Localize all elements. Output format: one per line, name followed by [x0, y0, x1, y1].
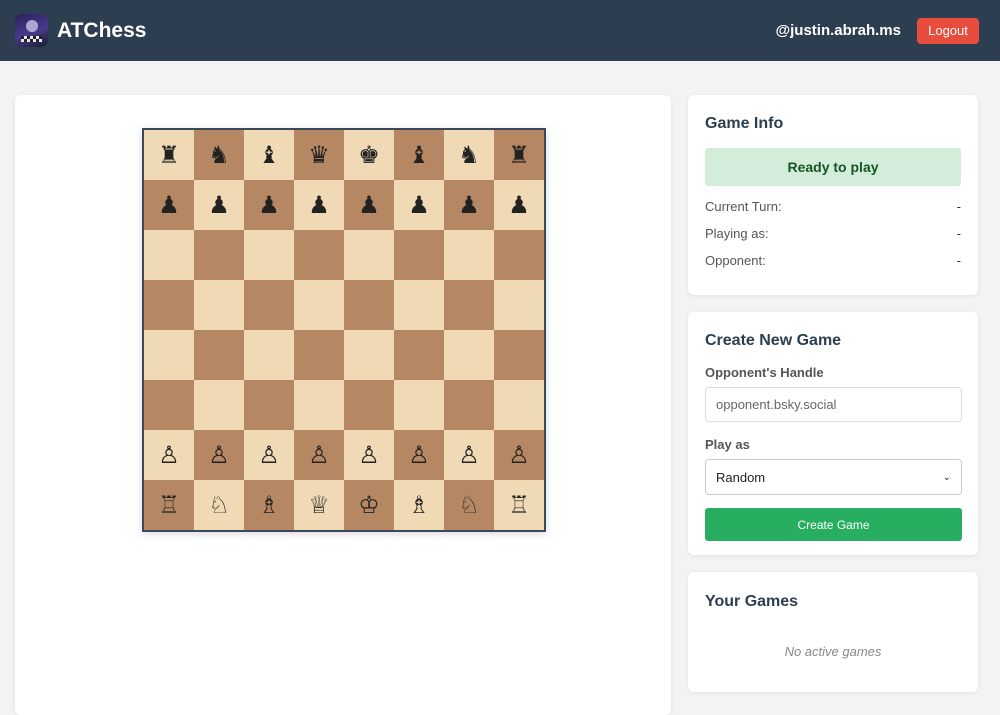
chess-logo-icon — [15, 14, 48, 47]
square-c6[interactable] — [244, 230, 294, 280]
logout-button[interactable]: Logout — [917, 17, 979, 44]
play-as-select[interactable]: Random ⌄ — [705, 459, 962, 495]
square-d2[interactable]: ♙ — [294, 430, 344, 480]
create-game-button[interactable]: Create Game — [705, 508, 962, 541]
chevron-down-icon: ⌄ — [942, 471, 951, 483]
square-d5[interactable] — [294, 280, 344, 330]
board-panel: ♜ ♞ ♝ ♛ ♚ ♝ ♞ ♜ ♟ ♟ ♟ ♟ ♟ ♟ ♟ ♟ ♙ ♙ ♙ ♙ ♙ ♙ ♙ ♙ ♖ ♘ ♗ ♕ ♔ ♗ ♘ ♖ — [15, 95, 671, 715]
info-row-playing-as: Playing as: - — [705, 220, 961, 247]
square-e1[interactable]: ♔ — [344, 480, 394, 530]
info-value: - — [956, 199, 961, 214]
square-g4[interactable] — [444, 330, 494, 380]
square-g6[interactable] — [444, 230, 494, 280]
game-info-rows: Current Turn: - Playing as: - Opponent: … — [705, 193, 961, 274]
square-e6[interactable] — [344, 230, 394, 280]
square-e3[interactable] — [344, 380, 394, 430]
square-g7[interactable]: ♟ — [444, 180, 494, 230]
square-g1[interactable]: ♘ — [444, 480, 494, 530]
square-d6[interactable] — [294, 230, 344, 280]
square-e5[interactable] — [344, 280, 394, 330]
square-f1[interactable]: ♗ — [394, 480, 444, 530]
square-b7[interactable]: ♟ — [194, 180, 244, 230]
info-label: Playing as: — [705, 226, 769, 241]
square-d4[interactable] — [294, 330, 344, 380]
square-d7[interactable]: ♟ — [294, 180, 344, 230]
create-game-title: Create New Game — [705, 332, 842, 349]
square-a3[interactable] — [144, 380, 194, 430]
square-a8[interactable]: ♜ — [144, 130, 194, 180]
app-title: ATChess — [57, 18, 147, 42]
square-c4[interactable] — [244, 330, 294, 380]
square-a4[interactable] — [144, 330, 194, 380]
game-info-card: Game Info Ready to play Current Turn: - … — [688, 95, 978, 295]
square-c2[interactable]: ♙ — [244, 430, 294, 480]
square-c7[interactable]: ♟ — [244, 180, 294, 230]
square-h2[interactable]: ♙ — [494, 430, 544, 480]
square-h8[interactable]: ♜ — [494, 130, 544, 180]
info-value: - — [956, 253, 961, 268]
square-b1[interactable]: ♘ — [194, 480, 244, 530]
create-game-card: Create New Game Opponent's Handle oppone… — [688, 312, 978, 555]
square-h3[interactable] — [494, 380, 544, 430]
square-h5[interactable] — [494, 280, 544, 330]
square-g5[interactable] — [444, 280, 494, 330]
square-e8[interactable]: ♚ — [344, 130, 394, 180]
info-row-opponent: Opponent: - — [705, 247, 961, 274]
square-d3[interactable] — [294, 380, 344, 430]
info-row-current-turn: Current Turn: - — [705, 193, 961, 220]
square-f4[interactable] — [394, 330, 444, 380]
square-a7[interactable]: ♟ — [144, 180, 194, 230]
square-f3[interactable] — [394, 380, 444, 430]
user-area: @justin.abrah.ms Logout — [775, 17, 979, 44]
square-a1[interactable]: ♖ — [144, 480, 194, 530]
main-content: ♜ ♞ ♝ ♛ ♚ ♝ ♞ ♜ ♟ ♟ ♟ ♟ ♟ ♟ ♟ ♟ ♙ ♙ ♙ ♙ ♙ ♙ ♙ ♙ ♖ ♘ ♗ ♕ ♔ ♗ ♘ ♖ Game In… — [0, 61, 1000, 715]
square-f7[interactable]: ♟ — [394, 180, 444, 230]
square-a2[interactable]: ♙ — [144, 430, 194, 480]
square-e7[interactable]: ♟ — [344, 180, 394, 230]
square-d8[interactable]: ♛ — [294, 130, 344, 180]
square-e4[interactable] — [344, 330, 394, 380]
your-games-card: Your Games No active games — [688, 572, 978, 692]
your-games-title: Your Games — [705, 593, 799, 610]
square-a6[interactable] — [144, 230, 194, 280]
info-label: Opponent: — [705, 253, 766, 268]
square-f6[interactable] — [394, 230, 444, 280]
square-f8[interactable]: ♝ — [394, 130, 444, 180]
square-b4[interactable] — [194, 330, 244, 380]
play-as-label: Play as — [705, 437, 750, 452]
chess-board[interactable]: ♜ ♞ ♝ ♛ ♚ ♝ ♞ ♜ ♟ ♟ ♟ ♟ ♟ ♟ ♟ ♟ ♙ ♙ ♙ ♙ ♙ ♙ ♙ ♙ ♖ ♘ ♗ ♕ ♔ ♗ ♘ ♖ — [142, 128, 546, 532]
square-h6[interactable] — [494, 230, 544, 280]
opponent-handle-input[interactable]: opponent.bsky.social — [705, 387, 962, 422]
square-a5[interactable] — [144, 280, 194, 330]
square-h4[interactable] — [494, 330, 544, 380]
square-b5[interactable] — [194, 280, 244, 330]
square-h7[interactable]: ♟ — [494, 180, 544, 230]
square-d1[interactable]: ♕ — [294, 480, 344, 530]
game-info-title: Game Info — [705, 115, 784, 132]
square-b2[interactable]: ♙ — [194, 430, 244, 480]
square-g8[interactable]: ♞ — [444, 130, 494, 180]
square-c3[interactable] — [244, 380, 294, 430]
info-value: - — [956, 226, 961, 241]
square-g2[interactable]: ♙ — [444, 430, 494, 480]
square-b3[interactable] — [194, 380, 244, 430]
square-b6[interactable] — [194, 230, 244, 280]
top-nav: ATChess @justin.abrah.ms Logout — [0, 0, 1000, 61]
square-c8[interactable]: ♝ — [244, 130, 294, 180]
square-f5[interactable] — [394, 280, 444, 330]
play-as-value: Random — [716, 469, 766, 485]
no-games-message: No active games — [784, 644, 882, 659]
square-c1[interactable]: ♗ — [244, 480, 294, 530]
username: @justin.abrah.ms — [775, 22, 902, 39]
status-badge: Ready to play — [705, 148, 961, 186]
square-g3[interactable] — [444, 380, 494, 430]
square-f2[interactable]: ♙ — [394, 430, 444, 480]
info-label: Current Turn: — [705, 199, 782, 214]
square-e2[interactable]: ♙ — [344, 430, 394, 480]
square-c5[interactable] — [244, 280, 294, 330]
square-h1[interactable]: ♖ — [494, 480, 544, 530]
opponent-handle-label: Opponent's Handle — [705, 365, 824, 380]
brand[interactable]: ATChess — [15, 14, 146, 47]
square-b8[interactable]: ♞ — [194, 130, 244, 180]
